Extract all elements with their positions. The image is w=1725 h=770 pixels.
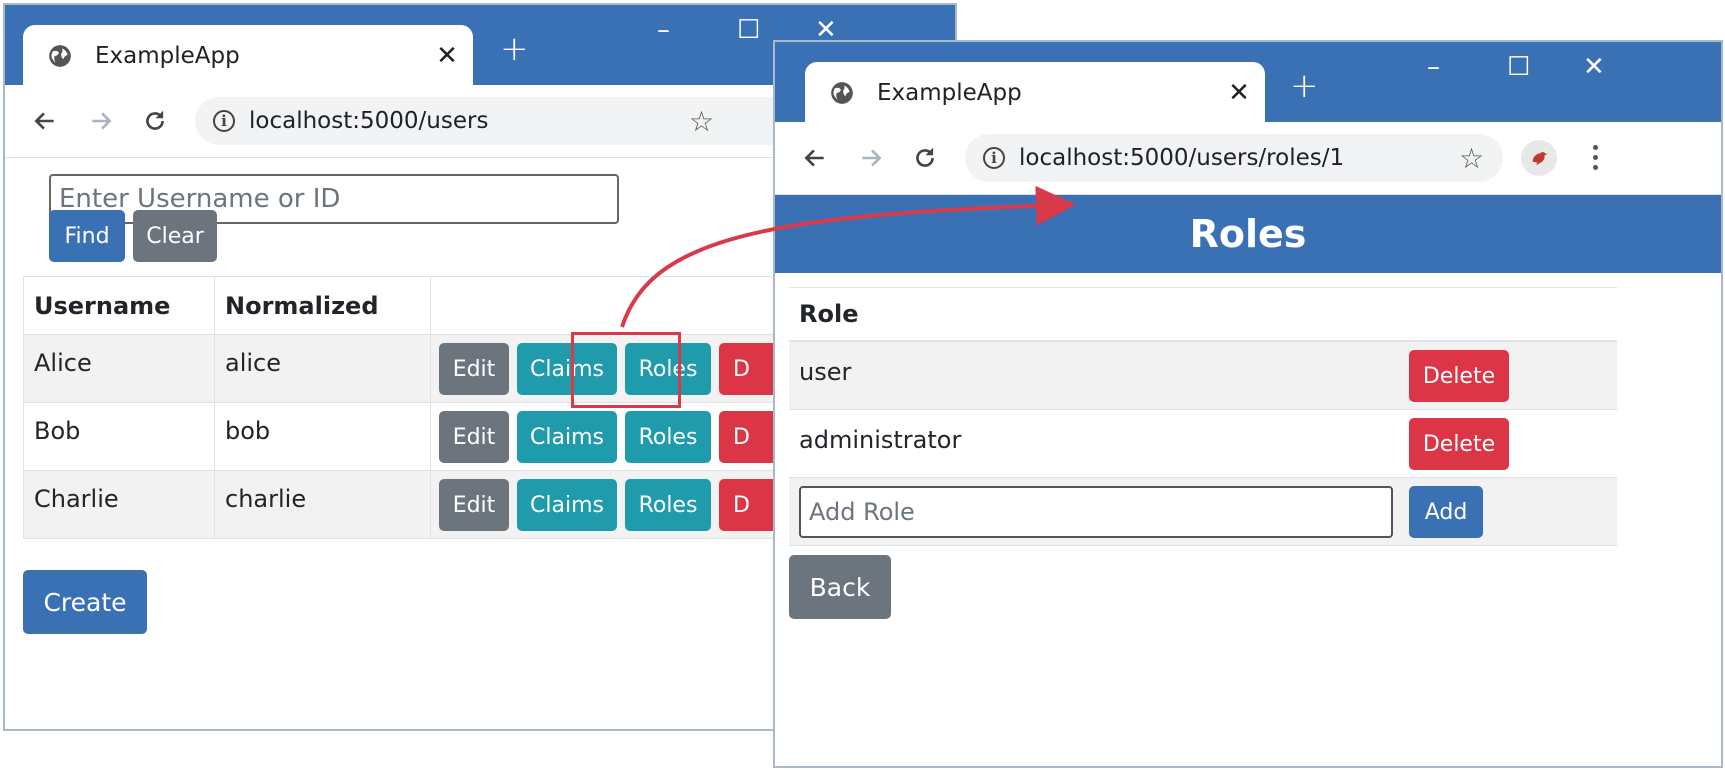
- roles-button[interactable]: Roles: [625, 411, 711, 463]
- table-row: administrator Delete: [789, 410, 1617, 478]
- table-row: Charlie charlie Edit Claims Roles D: [23, 470, 799, 539]
- page-title: Roles: [775, 195, 1721, 273]
- close-icon[interactable]: ✕: [427, 41, 467, 71]
- edit-button[interactable]: Edit: [439, 343, 509, 395]
- cell-actions: Edit Claims Roles D: [430, 470, 799, 539]
- info-icon[interactable]: i: [983, 147, 1005, 169]
- cell-username: Bob: [23, 402, 215, 471]
- column-header-role: Role: [789, 288, 1617, 342]
- back-button[interactable]: Back: [789, 555, 891, 619]
- column-header-username: Username: [23, 276, 215, 335]
- tab-title: ExampleApp: [877, 80, 1022, 106]
- column-header-actions: [430, 276, 792, 335]
- role-name: user: [799, 358, 852, 386]
- claims-button[interactable]: Claims: [517, 479, 617, 531]
- cell-username: Alice: [23, 334, 215, 403]
- plus-icon[interactable]: +: [1290, 66, 1319, 106]
- arrow-left-icon[interactable]: [795, 138, 835, 178]
- table-row: user Delete: [789, 342, 1617, 410]
- profile-avatar-icon[interactable]: [1521, 140, 1557, 176]
- delete-button[interactable]: Delete: [1409, 418, 1509, 470]
- kebab-menu-icon[interactable]: [1590, 140, 1600, 175]
- claims-button[interactable]: Claims: [517, 411, 617, 463]
- edit-button[interactable]: Edit: [439, 479, 509, 531]
- cell-username: Charlie: [23, 470, 215, 539]
- address-bar[interactable]: i localhost:5000/users/roles/1: [965, 134, 1503, 182]
- close-icon[interactable]: ✕: [1219, 78, 1259, 108]
- add-role-input[interactable]: [799, 486, 1393, 538]
- role-name: administrator: [799, 426, 962, 454]
- reload-icon[interactable]: [905, 138, 945, 178]
- title-bar: ExampleApp ✕ + – ☐ ✕: [775, 42, 1721, 124]
- find-button[interactable]: Find: [49, 210, 125, 262]
- maximize-icon[interactable]: ☐: [1507, 52, 1530, 82]
- cell-actions: Edit Claims Roles D: [430, 402, 799, 471]
- table-row: Bob bob Edit Claims Roles D: [23, 402, 799, 471]
- delete-button[interactable]: Delete: [1409, 350, 1509, 402]
- star-icon[interactable]: ☆: [689, 105, 714, 138]
- cell-normalized: alice: [214, 334, 431, 403]
- reload-icon[interactable]: [135, 101, 175, 141]
- arrow-left-icon[interactable]: [25, 101, 65, 141]
- roles-button[interactable]: Roles: [625, 479, 711, 531]
- browser-tab[interactable]: ExampleApp ✕: [23, 25, 473, 87]
- star-icon[interactable]: ☆: [1459, 142, 1484, 175]
- globe-icon: [831, 82, 853, 104]
- table-header-row: Username Normalized: [23, 276, 792, 335]
- browser-tab[interactable]: ExampleApp ✕: [805, 62, 1265, 124]
- add-role-row: Add: [789, 478, 1617, 546]
- edit-button[interactable]: Edit: [439, 411, 509, 463]
- cell-normalized: bob: [214, 402, 431, 471]
- add-button[interactable]: Add: [1409, 486, 1483, 538]
- url-text: localhost:5000/users/roles/1: [1019, 145, 1345, 171]
- arrow-right-icon[interactable]: [81, 101, 121, 141]
- globe-icon: [49, 45, 71, 67]
- roles-page: Roles Role user Delete administrator Del…: [775, 195, 1721, 766]
- minimize-icon[interactable]: –: [1427, 52, 1440, 82]
- browser-toolbar: i localhost:5000/users/roles/1 ☆: [775, 122, 1721, 195]
- clear-button[interactable]: Clear: [133, 210, 217, 262]
- window-close-icon[interactable]: ✕: [1583, 52, 1605, 82]
- column-header-normalized: Normalized: [214, 276, 431, 335]
- browser-window-roles: ExampleApp ✕ + – ☐ ✕ i localhost:5000/us…: [773, 40, 1723, 768]
- info-icon[interactable]: i: [213, 110, 235, 132]
- arrow-right-icon[interactable]: [851, 138, 891, 178]
- minimize-icon[interactable]: –: [657, 15, 670, 45]
- roles-table: Role user Delete administrator Delete Ad…: [789, 287, 1617, 546]
- url-text: localhost:5000/users: [249, 108, 489, 134]
- maximize-icon[interactable]: ☐: [737, 15, 760, 45]
- plus-icon[interactable]: +: [500, 29, 529, 69]
- roles-button-callout: [571, 332, 681, 408]
- tab-title: ExampleApp: [95, 43, 240, 69]
- create-button[interactable]: Create: [23, 570, 147, 634]
- cell-normalized: charlie: [214, 470, 431, 539]
